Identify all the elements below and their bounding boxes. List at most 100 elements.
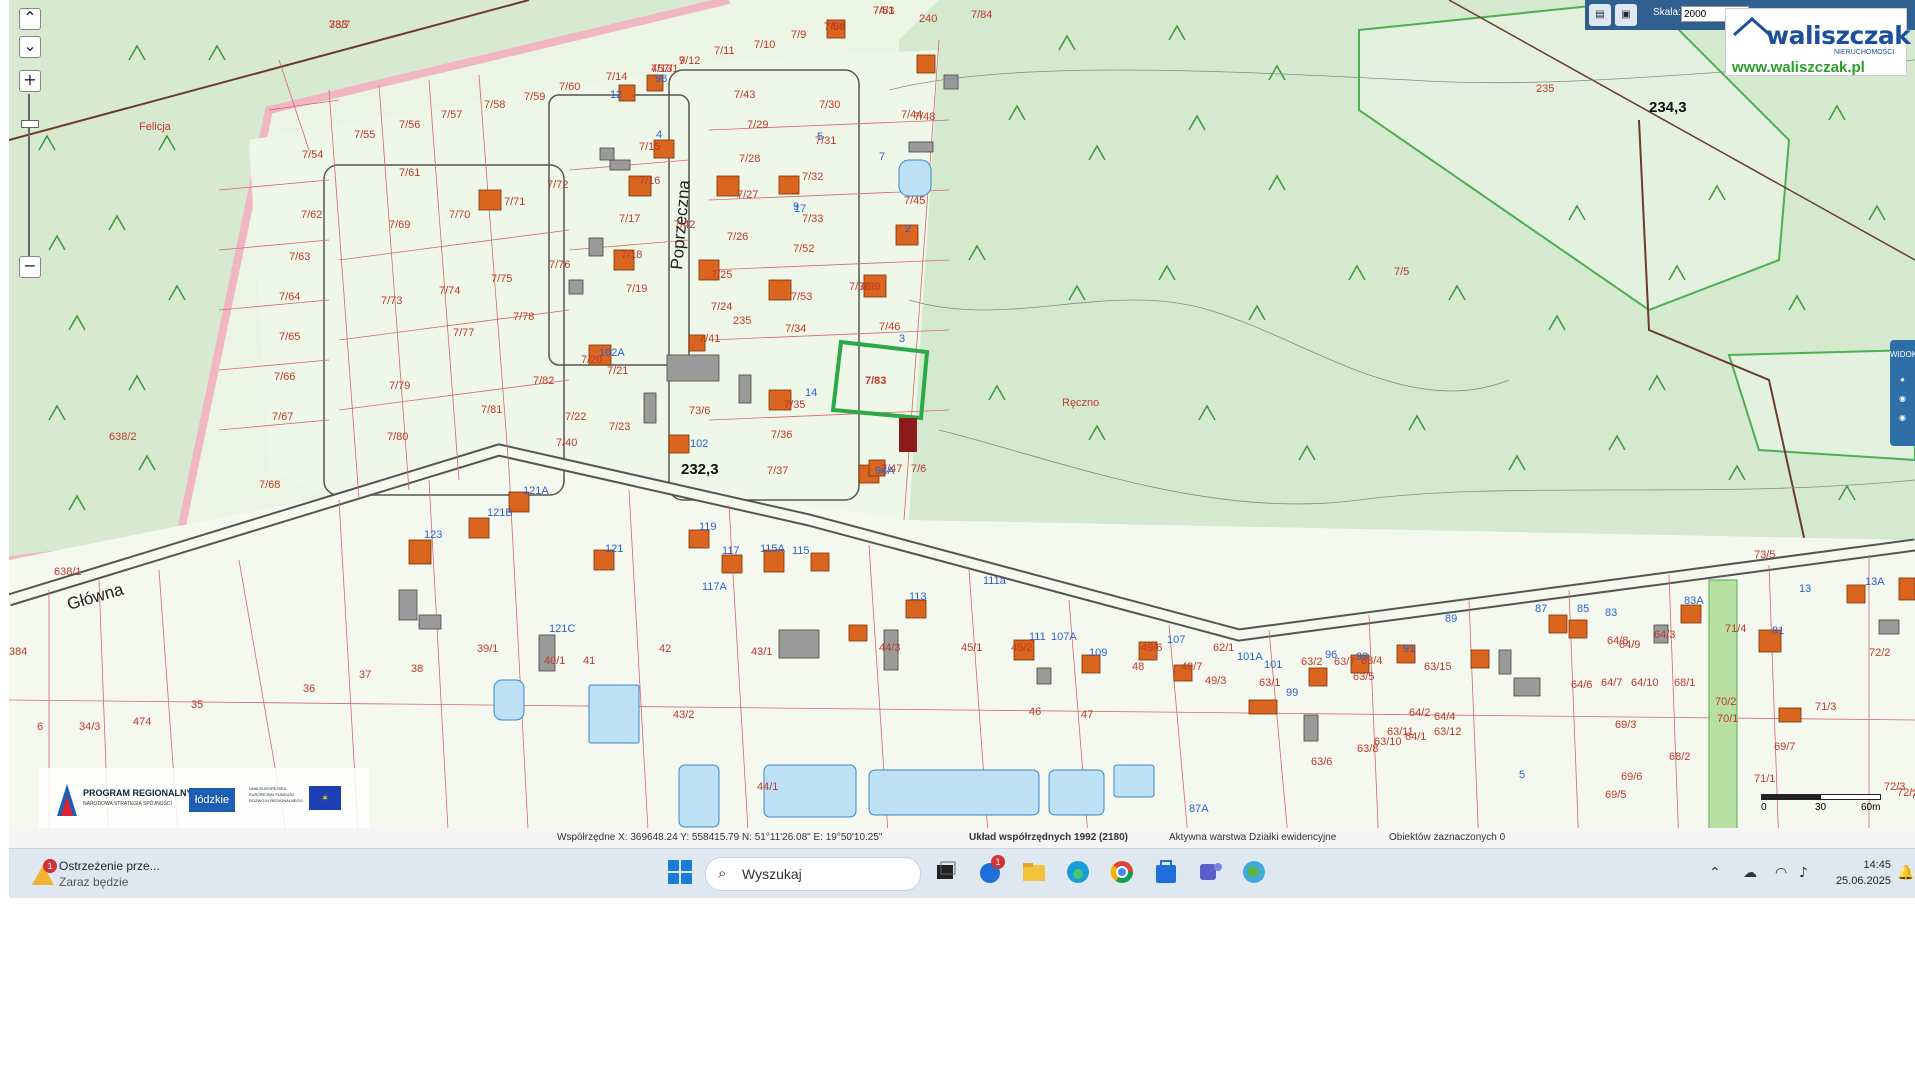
parcel-number-label[interactable]: 7/29	[747, 119, 768, 131]
parcel-number-label[interactable]: 7/9	[791, 29, 806, 41]
parcel-number-label[interactable]: 62/1	[1213, 642, 1234, 654]
zoom-in-button[interactable]: +	[19, 70, 41, 92]
parcel-number-label[interactable]: 9	[679, 55, 685, 67]
parcel-number-label[interactable]: 7/78	[513, 311, 534, 323]
eye-icon[interactable]: ◉	[1890, 413, 1915, 422]
parcel-number-label[interactable]: 7/32	[802, 171, 823, 183]
parcel-number-label[interactable]: 638/2	[109, 431, 137, 443]
windows-start-icon[interactable]	[667, 859, 695, 887]
parcel-number-label[interactable]: 7/69	[389, 219, 410, 231]
parcel-number-label[interactable]: 39/1	[477, 643, 498, 655]
parcel-number-label[interactable]: 7/21	[607, 365, 628, 377]
zoom-slider-handle[interactable]	[21, 120, 39, 128]
parcel-number-label[interactable]: 7/77	[453, 327, 474, 339]
parcel-number-label[interactable]: 69/7	[1774, 741, 1795, 753]
parcel-number-label[interactable]: 7/61	[399, 167, 420, 179]
parcel-number-label[interactable]: 70/2	[1715, 696, 1736, 708]
taskbar-search[interactable]: ⌕ Wyszukaj	[705, 857, 921, 891]
parcel-number-label[interactable]: 7/80	[387, 431, 408, 443]
parcel-number-label[interactable]: 63/2	[1301, 656, 1322, 668]
parcel-number-label[interactable]: 49/6	[1141, 642, 1162, 654]
parcel-number-label[interactable]: 73/7	[329, 19, 350, 31]
parcel-number-label[interactable]: 7/27	[737, 189, 758, 201]
parcel-number-label[interactable]: 37	[359, 669, 371, 681]
parcel-number-label[interactable]: 7/62	[301, 209, 322, 221]
parcel-number-label[interactable]: 7/66	[274, 371, 295, 383]
parcel-number-label[interactable]: 72/3	[1884, 781, 1905, 793]
parcel-number-label[interactable]: 7/68	[259, 479, 280, 491]
parcel-number-label[interactable]: 45/1	[961, 642, 982, 654]
parcel-number-label[interactable]: 7/37	[767, 465, 788, 477]
parcel-number-label[interactable]: 7/36	[771, 429, 792, 441]
parcel-number-label[interactable]: 63/6	[1311, 756, 1332, 768]
parcel-number-label[interactable]: 49/7	[1181, 661, 1202, 673]
parcel-number-label[interactable]: 7/59	[524, 91, 545, 103]
parcel-number-label[interactable]: 384	[9, 646, 27, 658]
parcel-number-label[interactable]: 7/48	[914, 111, 935, 123]
parcel-number-label[interactable]: 7/82	[533, 375, 554, 387]
parcel-number-label[interactable]: 7/15	[639, 141, 660, 153]
parcel-number-label[interactable]: 7/67	[272, 411, 293, 423]
cloud-offline-icon[interactable]: ☁	[1743, 865, 1757, 881]
parcel-number-label[interactable]: 7/35	[784, 399, 805, 411]
task-view-icon[interactable]	[933, 859, 961, 887]
mail-app-icon[interactable]: 1	[977, 855, 1005, 887]
parcel-number-label[interactable]: 7/18	[621, 249, 642, 261]
parcel-number-label[interactable]: 7/58	[484, 99, 505, 111]
parcel-number-label[interactable]: 69/5	[1605, 789, 1626, 801]
parcel-number-label[interactable]: 7/39	[859, 281, 880, 293]
parcel-number-label[interactable]: 63/5	[1353, 671, 1374, 683]
notification[interactable]: 1 Ostrzeżenie prze... Zaraz będzie	[31, 857, 191, 893]
parcel-number-label[interactable]: 7/71	[504, 196, 525, 208]
parcel-number-label[interactable]: 43/1	[751, 646, 772, 658]
parcel-number-label[interactable]: 43/2	[673, 709, 694, 721]
parcel-number-label[interactable]: 7/42	[674, 219, 695, 231]
teams-icon[interactable]	[1197, 859, 1225, 887]
parcel-number-label[interactable]: 7/19	[626, 283, 647, 295]
parcel-number-label[interactable]: 7/11	[714, 45, 735, 57]
parcel-number-label[interactable]: 6	[37, 721, 43, 733]
parcel-number-label[interactable]: 7/73	[381, 295, 402, 307]
maps-app-icon[interactable]	[1241, 859, 1269, 887]
parcel-number-label[interactable]: 64/4	[1434, 711, 1455, 723]
parcel-number-label[interactable]: 45/2	[1011, 642, 1032, 654]
parcel-number-label[interactable]: 44/3	[879, 642, 900, 654]
parcel-number-label[interactable]: 73/6	[689, 405, 710, 417]
parcel-number-label[interactable]: 71/1	[1754, 773, 1775, 785]
parcel-number-label[interactable]: 71/3	[1815, 701, 1836, 713]
parcel-number-label[interactable]: 73/3	[1911, 789, 1915, 801]
parcel-number-label[interactable]: 7/28	[739, 153, 760, 165]
parcel-number-label[interactable]: 48	[1132, 661, 1144, 673]
clock[interactable]: 14:45 25.06.2025	[1821, 857, 1891, 889]
parcel-number-label[interactable]: 41	[583, 655, 595, 667]
parcel-number-label[interactable]: 71/4	[1725, 623, 1746, 635]
parcel-number-label[interactable]: 63/12	[1434, 726, 1462, 738]
parcel-number-label[interactable]: 7/72	[547, 179, 568, 191]
chrome-browser-icon[interactable]	[1109, 859, 1137, 887]
layers-icon[interactable]: ▤	[1589, 4, 1611, 26]
parcel-number-label[interactable]: 7/75	[491, 273, 512, 285]
parcel-number-label[interactable]: 63/15	[1424, 661, 1452, 673]
parcel-number-label[interactable]: 474	[133, 716, 151, 728]
parcel-number-label[interactable]: 7/55	[354, 129, 375, 141]
parcel-number-label[interactable]: 47	[1081, 709, 1093, 721]
parcel-number-label[interactable]: 7/65	[279, 331, 300, 343]
parcel-number-label[interactable]: 36	[303, 683, 315, 695]
parcel-number-label[interactable]: 68/2	[1669, 751, 1690, 763]
parcel-number-label[interactable]: 7/64	[279, 291, 300, 303]
parcel-number-label[interactable]: 7/34	[785, 323, 806, 335]
parcel-number-label[interactable]: 7/25	[711, 269, 732, 281]
parcel-number-label[interactable]: 64/1	[1405, 731, 1426, 743]
parcel-number-label[interactable]: 7/5	[1394, 266, 1409, 278]
parcel-number-label[interactable]: 64/7	[1601, 677, 1622, 689]
parcel-number-label[interactable]: 42	[659, 643, 671, 655]
parcel-number-label[interactable]: 7/57	[441, 109, 462, 121]
parcel-number-label[interactable]: 40/1	[544, 655, 565, 667]
parcel-number-label[interactable]: 7/22	[565, 411, 586, 423]
parcel-number-label[interactable]: 64/6	[1571, 679, 1592, 691]
parcel-number-label[interactable]: 7/24	[711, 301, 732, 313]
parcel-number-label[interactable]: 73/5	[1754, 549, 1775, 561]
parcel-number-label[interactable]: 7/53	[791, 291, 812, 303]
parcel-number-label[interactable]: 7/17	[619, 213, 640, 225]
parcel-number-label[interactable]: 69/3	[1615, 719, 1636, 731]
